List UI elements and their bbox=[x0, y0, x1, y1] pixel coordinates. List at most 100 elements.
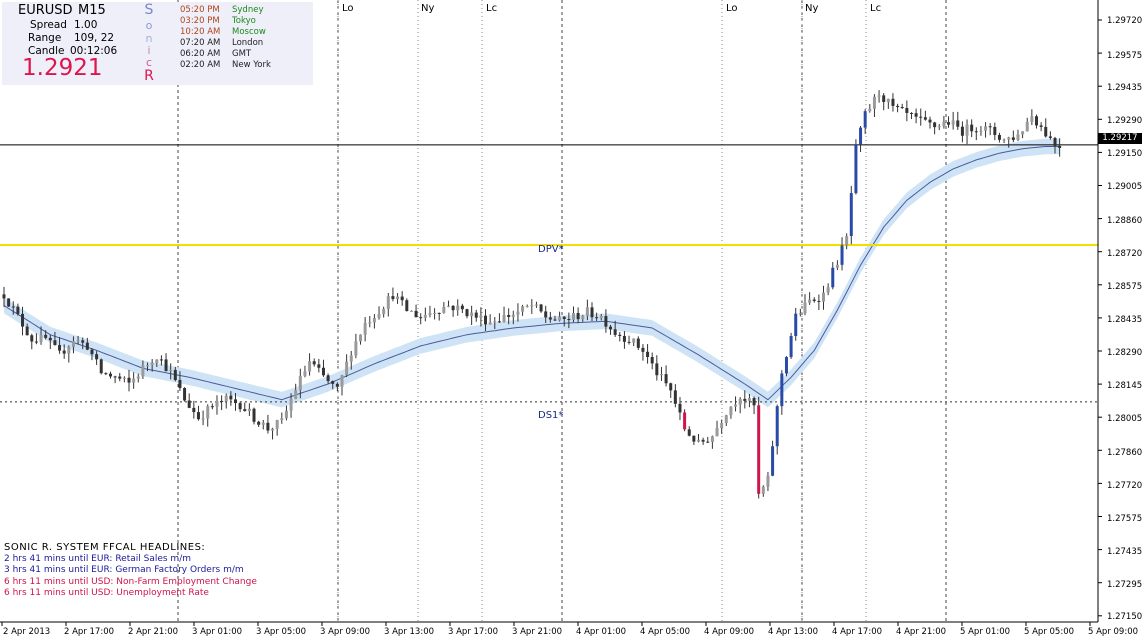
candle bbox=[761, 485, 765, 497]
sonic-letter: o bbox=[145, 19, 153, 32]
headline-item: 6 hrs 11 mins until USD: Non-Farm Employ… bbox=[4, 576, 257, 587]
y-tick-label: 1.29435 bbox=[1107, 83, 1143, 93]
candle bbox=[673, 384, 677, 408]
candle-body bbox=[835, 264, 839, 268]
session-row: 07:20 AM London bbox=[180, 38, 264, 48]
candle-body bbox=[738, 398, 742, 405]
candle-body bbox=[641, 347, 645, 352]
candle bbox=[803, 294, 807, 316]
range-value: 109, 22 bbox=[74, 32, 115, 44]
candle-body bbox=[372, 317, 376, 323]
candle bbox=[534, 301, 538, 308]
candle-body bbox=[673, 390, 677, 404]
candle-body bbox=[706, 441, 710, 443]
candle-body bbox=[599, 316, 603, 319]
headline-item: 6 hrs 11 mins until USD: Unemployment Ra… bbox=[4, 588, 209, 598]
candle bbox=[377, 306, 381, 320]
headline-item: 3 hrs 41 mins until EUR: German Factory … bbox=[4, 565, 244, 575]
y-tick-label: 1.29150 bbox=[1107, 149, 1143, 159]
candle-body bbox=[7, 298, 11, 307]
candle bbox=[345, 354, 349, 378]
candle-body bbox=[734, 404, 738, 407]
candle-body bbox=[622, 335, 626, 342]
candle-body bbox=[507, 314, 511, 317]
candle-body bbox=[951, 120, 955, 125]
candle-body bbox=[743, 398, 747, 401]
candle bbox=[456, 299, 460, 316]
candle-body bbox=[562, 316, 566, 319]
candle bbox=[303, 365, 307, 378]
headline-item: 2 hrs 41 mins until EUR: Retail Sales m/… bbox=[4, 553, 191, 564]
candle-body bbox=[382, 308, 386, 315]
candle bbox=[34, 333, 38, 345]
y-tick-label: 1.29290 bbox=[1107, 116, 1143, 126]
session-row: 03:20 PM Tokyo bbox=[180, 16, 256, 26]
candle-body bbox=[886, 98, 890, 102]
candle bbox=[294, 383, 298, 400]
candle-body bbox=[859, 127, 863, 145]
x-tick-label: 4 Apr 05:00 bbox=[640, 627, 691, 637]
y-tick-label: 1.27860 bbox=[1107, 448, 1143, 458]
candle-body bbox=[595, 317, 599, 319]
candle bbox=[196, 405, 200, 421]
session-label-london-close: Lc bbox=[870, 3, 882, 14]
candle-body bbox=[817, 300, 821, 302]
x-tick-label: 3 Apr 09:00 bbox=[320, 627, 371, 637]
candle-body bbox=[21, 313, 25, 327]
candle bbox=[530, 299, 534, 314]
candle bbox=[729, 406, 733, 419]
x-tick-label: 5 Apr 05:00 bbox=[1024, 627, 1075, 637]
candle bbox=[937, 123, 941, 131]
candle-body bbox=[146, 365, 150, 367]
candle bbox=[502, 306, 506, 323]
candle bbox=[933, 121, 937, 135]
candle bbox=[784, 356, 788, 377]
candle-body bbox=[178, 379, 182, 389]
candle-body bbox=[196, 412, 200, 420]
candle bbox=[956, 111, 960, 130]
candle-body bbox=[67, 346, 71, 354]
candle-body bbox=[215, 400, 219, 407]
candle-body bbox=[632, 338, 636, 343]
candle-body bbox=[275, 420, 279, 429]
dpv-label: DPV* bbox=[538, 244, 564, 255]
y-tick-label: 1.28005 bbox=[1107, 414, 1143, 424]
session-row: 06:20 AM GMT bbox=[180, 49, 252, 59]
candle-body bbox=[872, 96, 876, 109]
candle-body bbox=[516, 311, 520, 315]
candle-body bbox=[252, 408, 256, 422]
x-tick-label: 4 Apr 13:00 bbox=[768, 627, 819, 637]
candle bbox=[437, 312, 441, 321]
candle bbox=[863, 109, 867, 134]
y-tick-label: 1.27150 bbox=[1107, 612, 1143, 622]
candle bbox=[1034, 114, 1038, 129]
candle-body bbox=[627, 341, 631, 343]
candle-body bbox=[335, 383, 339, 387]
candle bbox=[391, 287, 395, 302]
candle bbox=[465, 308, 469, 319]
candle bbox=[516, 303, 520, 322]
session-label-london-open: Lo bbox=[726, 3, 738, 14]
candle-body bbox=[58, 345, 62, 351]
candle-body bbox=[877, 95, 881, 97]
candle bbox=[215, 395, 219, 415]
spread-value: 1.00 bbox=[74, 19, 98, 31]
candle bbox=[1048, 131, 1052, 140]
candle-body bbox=[854, 144, 858, 194]
candle-body bbox=[798, 313, 802, 315]
session-label-london-open: Lo bbox=[342, 3, 354, 14]
candle-body bbox=[460, 305, 464, 310]
candle-body bbox=[650, 357, 654, 364]
candle bbox=[854, 139, 858, 195]
candle bbox=[970, 119, 974, 138]
candle bbox=[859, 125, 863, 152]
candle-body bbox=[173, 369, 177, 380]
candle bbox=[840, 237, 844, 271]
candle-body bbox=[497, 321, 501, 323]
candle-body bbox=[266, 422, 270, 431]
candle-body bbox=[752, 398, 756, 406]
candle-body bbox=[192, 407, 196, 413]
candle bbox=[372, 314, 376, 329]
candle bbox=[710, 435, 714, 449]
candle-body bbox=[664, 374, 668, 384]
